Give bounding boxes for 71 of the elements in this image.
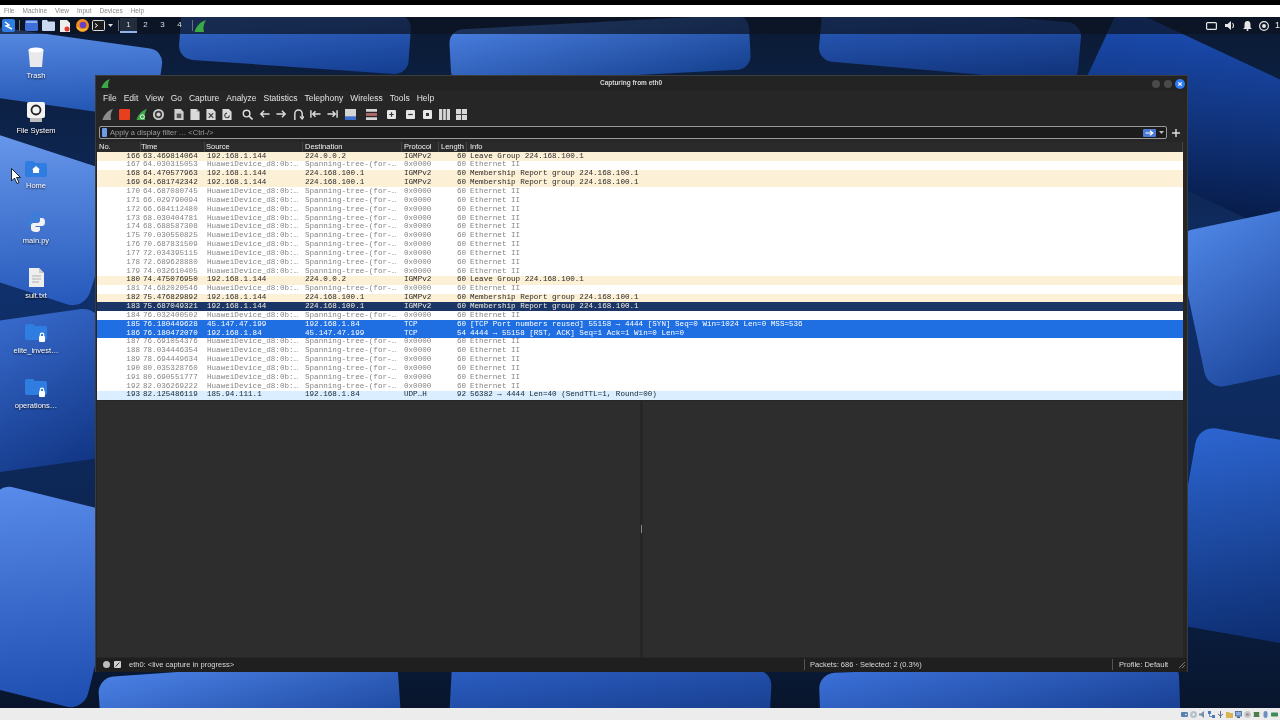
striped-lines-icon[interactable]	[366, 108, 377, 120]
scroll-list-icon[interactable]	[345, 108, 356, 120]
arrow-right-icon[interactable]	[276, 110, 287, 118]
menu-item[interactable]: Help	[416, 93, 435, 103]
shark-fin-icon[interactable]	[194, 19, 206, 32]
app-menu-icon[interactable]	[2, 19, 15, 32]
chip-icon[interactable]	[1253, 710, 1260, 718]
menu-item[interactable]: Edit	[123, 93, 139, 103]
trash-icon[interactable]	[28, 47, 44, 67]
caret-icon[interactable]	[1159, 131, 1164, 134]
monitor-icon[interactable]	[1235, 710, 1242, 718]
workspace-button[interactable]: 4	[171, 18, 188, 33]
column-resize-icon[interactable]	[439, 108, 450, 120]
menu-item[interactable]: Capture	[189, 93, 220, 103]
grid-icon[interactable]	[456, 108, 467, 120]
plus-icon[interactable]	[1172, 128, 1180, 137]
dot-icon[interactable]	[103, 661, 110, 669]
arrow-left-icon[interactable]	[259, 110, 270, 118]
locked-folder-icon[interactable]	[25, 379, 47, 397]
home-folder-icon[interactable]	[25, 161, 47, 177]
reload-icon[interactable]	[222, 108, 232, 120]
target-icon[interactable]	[153, 108, 164, 120]
fin-refresh-icon[interactable]	[136, 108, 147, 120]
drive-icon[interactable]	[27, 102, 45, 122]
screen-icon[interactable]	[1206, 21, 1217, 30]
caret-icon[interactable]	[108, 24, 113, 27]
globe-icon[interactable]	[76, 19, 89, 32]
stop-icon[interactable]	[119, 108, 130, 120]
menu-item[interactable]: View	[145, 93, 164, 103]
arrow-to-start-icon[interactable]	[310, 110, 321, 118]
keyboard-icon[interactable]	[1271, 710, 1278, 718]
usb-icon[interactable]	[1217, 710, 1224, 718]
splitter-handle[interactable]	[641, 524, 642, 533]
resize-grip-icon[interactable]	[1179, 661, 1185, 668]
apply-arrow-icon[interactable]	[1143, 128, 1156, 137]
menu-item[interactable]: Wireless	[350, 93, 383, 103]
clock: 1	[1275, 21, 1280, 30]
locked-folder-icon[interactable]	[25, 324, 47, 342]
file-icon[interactable]	[174, 108, 184, 120]
menu-item[interactable]: File	[103, 93, 117, 103]
document-icon[interactable]	[190, 108, 200, 120]
terminal-icon[interactable]	[92, 20, 105, 31]
gear-icon[interactable]	[1259, 20, 1269, 31]
script-icon[interactable]	[27, 212, 45, 232]
bell-icon[interactable]	[1243, 20, 1252, 31]
close-icon[interactable]	[1175, 78, 1185, 89]
curved-arrow-icon[interactable]	[293, 108, 304, 120]
window-icon[interactable]	[25, 20, 38, 31]
network-icon[interactable]	[1208, 710, 1215, 718]
menu-item[interactable]: Go	[170, 93, 182, 103]
menu-item[interactable]: Analyze	[226, 93, 257, 103]
mouse-icon[interactable]	[1262, 710, 1269, 718]
shark-fin-icon	[101, 79, 110, 88]
folder-icon[interactable]	[42, 20, 55, 31]
menu-item[interactable]: Telephony	[304, 93, 344, 103]
zoom-out-icon[interactable]	[406, 109, 415, 119]
workspace-button[interactable]: 1	[120, 18, 137, 33]
workspace-button[interactable]: 3	[154, 18, 171, 33]
search-icon[interactable]	[242, 108, 253, 120]
menu-item[interactable]: Statistics	[263, 93, 298, 103]
speaker-icon[interactable]	[1225, 21, 1235, 30]
mouse-pointer-icon	[11, 168, 21, 184]
arrow-to-end-icon[interactable]	[327, 110, 338, 118]
close-document-icon[interactable]	[206, 108, 216, 120]
comment-icon[interactable]	[114, 661, 121, 669]
document-icon[interactable]	[60, 19, 70, 32]
workspace-button[interactable]: 2	[137, 18, 154, 33]
zoom-reset-icon[interactable]	[423, 109, 432, 119]
menu-item[interactable]: Tools	[389, 93, 410, 103]
zoom-in-icon[interactable]	[387, 109, 396, 119]
shark-fin-icon[interactable]	[102, 108, 113, 120]
